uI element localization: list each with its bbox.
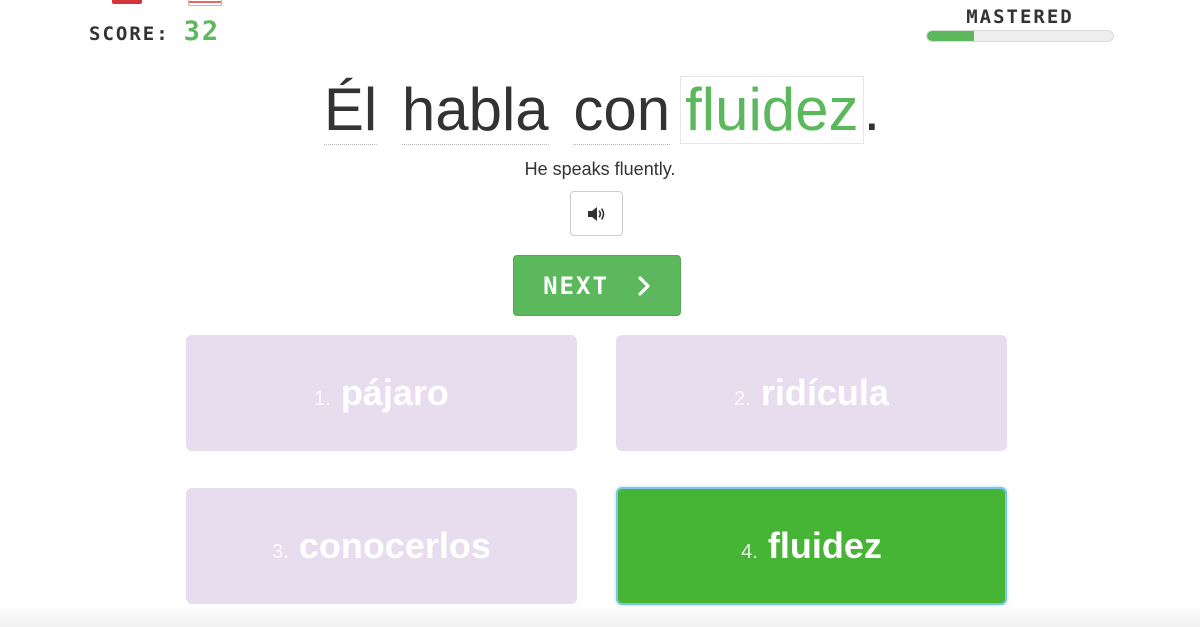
play-audio-button[interactable]: [570, 191, 623, 236]
choice-button-correct[interactable]: 4. fluidez: [616, 487, 1007, 605]
us-flag-icon: [188, 0, 222, 6]
mastered-label: MASTERED: [966, 6, 1074, 28]
choice-button[interactable]: 3. conocerlos: [186, 488, 577, 604]
choice-number: 2.: [734, 387, 751, 410]
answer-word[interactable]: fluidez: [680, 76, 864, 144]
choice-number: 1.: [314, 387, 331, 410]
chevron-right-icon: [637, 275, 651, 297]
score-label: SCORE:: [89, 23, 170, 45]
sentence: Él habla con fluidez.: [0, 76, 1200, 145]
choice-button[interactable]: 1. pájaro: [186, 335, 577, 451]
sentence-word[interactable]: habla: [401, 76, 549, 145]
next-button[interactable]: NEXT: [513, 255, 681, 316]
sentence-word[interactable]: Él: [323, 76, 378, 145]
choice-button[interactable]: 2. ridícula: [616, 335, 1007, 451]
choice-word: fluidez: [767, 525, 882, 566]
sentence-word[interactable]: con: [573, 76, 671, 145]
score: SCORE: 32: [89, 16, 220, 47]
choice-word: conocerlos: [298, 525, 491, 566]
score-value: 32: [183, 16, 221, 47]
choice-word: pájaro: [340, 372, 449, 413]
next-button-label: NEXT: [543, 271, 609, 300]
bottom-fade: [0, 605, 1200, 627]
choice-word: ridícula: [760, 372, 889, 413]
translation: He speaks fluently.: [524, 159, 676, 179]
choice-number: 4.: [741, 540, 758, 563]
mastered-progress-bar: [926, 30, 1114, 42]
choice-number: 3.: [272, 540, 289, 563]
spanish-flag-icon: [112, 0, 142, 4]
mastered-progress-fill: [927, 31, 974, 41]
speaker-icon: [587, 206, 604, 221]
sentence-punctuation: .: [863, 76, 881, 143]
